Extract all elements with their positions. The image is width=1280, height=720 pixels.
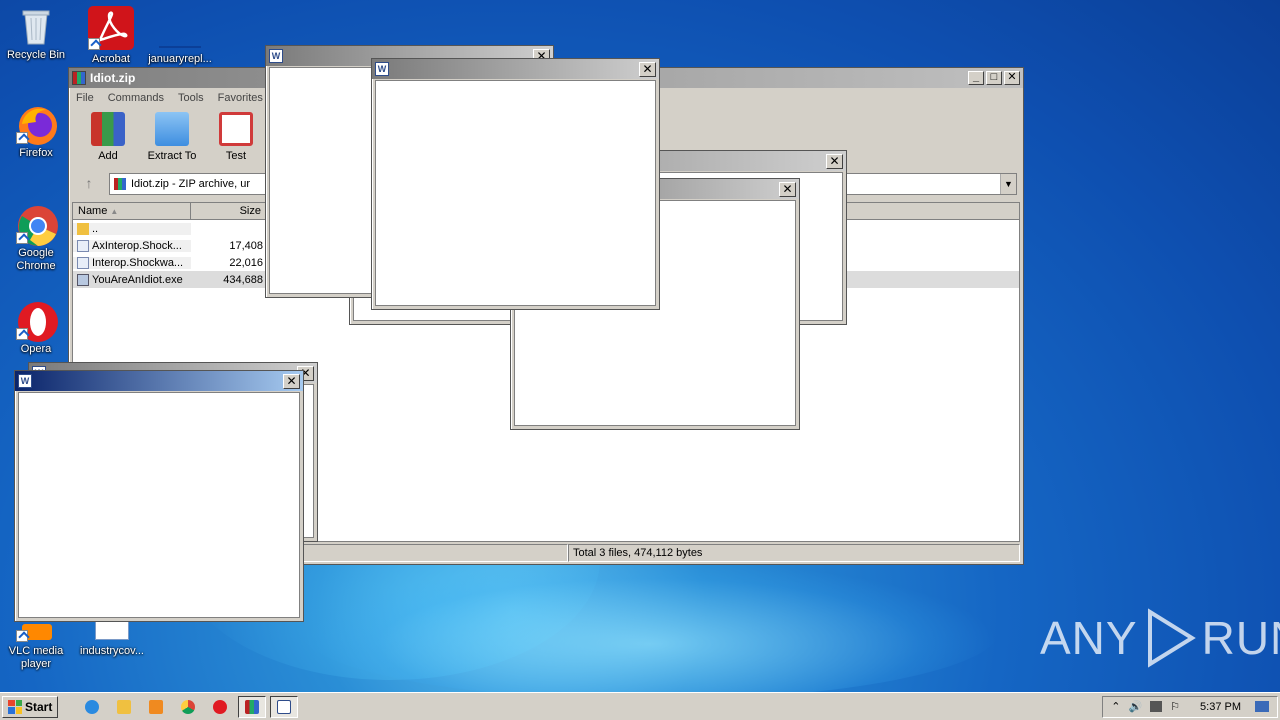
address-text: Idiot.zip - ZIP archive, ur xyxy=(131,178,251,190)
popup-title-bar[interactable]: ✕ xyxy=(15,371,303,391)
close-button[interactable]: ✕ xyxy=(1004,71,1020,85)
sort-up-icon: ▲ xyxy=(110,207,119,216)
status-text: Total 3 files, 474,112 bytes xyxy=(568,544,1020,562)
close-button[interactable]: ✕ xyxy=(779,181,796,197)
system-tray: ⌃ 🔊 ⚐ 5:37 PM xyxy=(1102,695,1278,718)
close-button[interactable]: ✕ xyxy=(283,373,300,389)
winrar-icon xyxy=(72,71,86,85)
network-icon[interactable] xyxy=(1150,701,1163,712)
opera-icon[interactable] xyxy=(206,696,234,718)
windows-logo-icon xyxy=(8,699,22,714)
desktop-icon-label: Firefox xyxy=(19,147,53,159)
word-icon xyxy=(375,62,389,76)
vlc-icon xyxy=(16,620,56,642)
menu-file[interactable]: File xyxy=(76,92,94,104)
winrar-icon[interactable] xyxy=(238,695,267,718)
desktop-icon-industrycov[interactable]: industrycov... xyxy=(76,620,148,658)
minimize-button[interactable]: _ xyxy=(968,71,984,85)
folder-icon xyxy=(155,112,189,146)
add-button[interactable]: Add xyxy=(79,112,137,166)
desktop-icon-label: Recycle Bin xyxy=(6,49,66,61)
menu-tools[interactable]: Tools xyxy=(178,92,204,104)
clock[interactable]: 5:37 PM xyxy=(1200,701,1241,713)
desktop-icon-chrome[interactable]: Google Chrome xyxy=(0,204,72,273)
taskbar: Start ⌃ 🔊 ⚐ 5:37 PM xyxy=(0,692,1280,720)
media-player-icon[interactable] xyxy=(142,696,170,718)
menu-favorites[interactable]: Favorites xyxy=(218,92,263,104)
document-icon xyxy=(157,6,203,50)
desktop-icon-label: VLC media player xyxy=(8,645,64,670)
anyrun-watermark: ANY RUN xyxy=(1040,608,1280,668)
word-icon[interactable] xyxy=(270,695,299,718)
dll-icon xyxy=(77,239,89,252)
word-icon xyxy=(269,49,283,63)
desktop-icon-januaryrepl[interactable]: januaryrepl... xyxy=(144,6,216,66)
start-label: Start xyxy=(25,699,53,714)
test-button[interactable]: Test xyxy=(207,112,265,166)
desktop-icon-opera[interactable]: Opera xyxy=(0,300,72,356)
show-hidden-icons-icon[interactable]: ⌃ xyxy=(1111,700,1120,713)
column-name[interactable]: Name ▲ xyxy=(73,203,191,219)
desktop-icon-acrobat[interactable]: Acrobat xyxy=(75,6,147,66)
desktop-icon-recycle-bin[interactable]: Recycle Bin xyxy=(0,6,72,62)
desktop-icon-label: industrycov... xyxy=(80,645,144,657)
popup-window-active[interactable]: ✕ xyxy=(14,370,304,622)
exe-icon xyxy=(77,273,89,286)
flag-icon[interactable]: ⚐ xyxy=(1170,700,1180,713)
volume-icon[interactable]: 🔊 xyxy=(1128,700,1142,713)
watermark-left: ANY xyxy=(1040,612,1138,664)
start-button[interactable]: Start xyxy=(2,695,59,718)
explorer-icon[interactable] xyxy=(110,696,138,718)
chrome-icon[interactable] xyxy=(174,696,202,718)
tool-label: Extract To xyxy=(147,150,197,162)
wallpaper-swirl xyxy=(300,560,1000,700)
close-button[interactable]: ✕ xyxy=(639,61,656,77)
desktop-icon-label: Google Chrome xyxy=(16,247,56,272)
watermark-right: RUN xyxy=(1201,612,1280,664)
desktop-icon-firefox[interactable]: Firefox xyxy=(0,104,72,160)
up-arrow-icon[interactable]: ↑ xyxy=(75,173,103,195)
popup-content xyxy=(18,392,300,618)
window-title: Idiot.zip xyxy=(90,71,136,85)
desktop-icon-vlc[interactable]: VLC media player xyxy=(0,620,72,671)
document-icon xyxy=(92,620,132,642)
tool-label: Add xyxy=(98,150,118,162)
popup-window[interactable]: ✕ xyxy=(371,58,660,310)
desktop-icon-label: januaryrepl... xyxy=(148,53,212,65)
column-size[interactable]: Size xyxy=(191,203,267,219)
play-logo-icon xyxy=(1147,608,1196,668)
ie-icon[interactable] xyxy=(78,696,106,718)
close-button[interactable]: ✕ xyxy=(826,153,843,169)
firefox-icon xyxy=(16,104,57,145)
popup-title-bar[interactable]: ✕ xyxy=(372,59,659,79)
menu-commands[interactable]: Commands xyxy=(108,92,164,104)
tool-label: Test xyxy=(225,150,247,162)
zip-icon xyxy=(114,178,126,190)
folder-icon xyxy=(77,222,89,235)
extract-to-button[interactable]: Extract To xyxy=(143,112,201,166)
popup-content xyxy=(375,80,656,306)
test-icon xyxy=(219,112,253,146)
show-desktop-button[interactable] xyxy=(1255,701,1269,712)
maximize-button[interactable]: □ xyxy=(986,71,1002,85)
acrobat-icon xyxy=(88,6,134,50)
chrome-icon xyxy=(16,204,58,246)
dll-icon xyxy=(77,256,89,269)
add-icon xyxy=(91,112,125,146)
desktop-icon-label: Acrobat xyxy=(92,53,130,65)
word-icon xyxy=(18,374,32,388)
dropdown-arrow-icon[interactable]: ▼ xyxy=(1000,174,1016,194)
opera-icon xyxy=(16,300,58,342)
recycle-bin-icon xyxy=(16,6,56,46)
desktop-icon-label: Opera xyxy=(20,343,52,355)
